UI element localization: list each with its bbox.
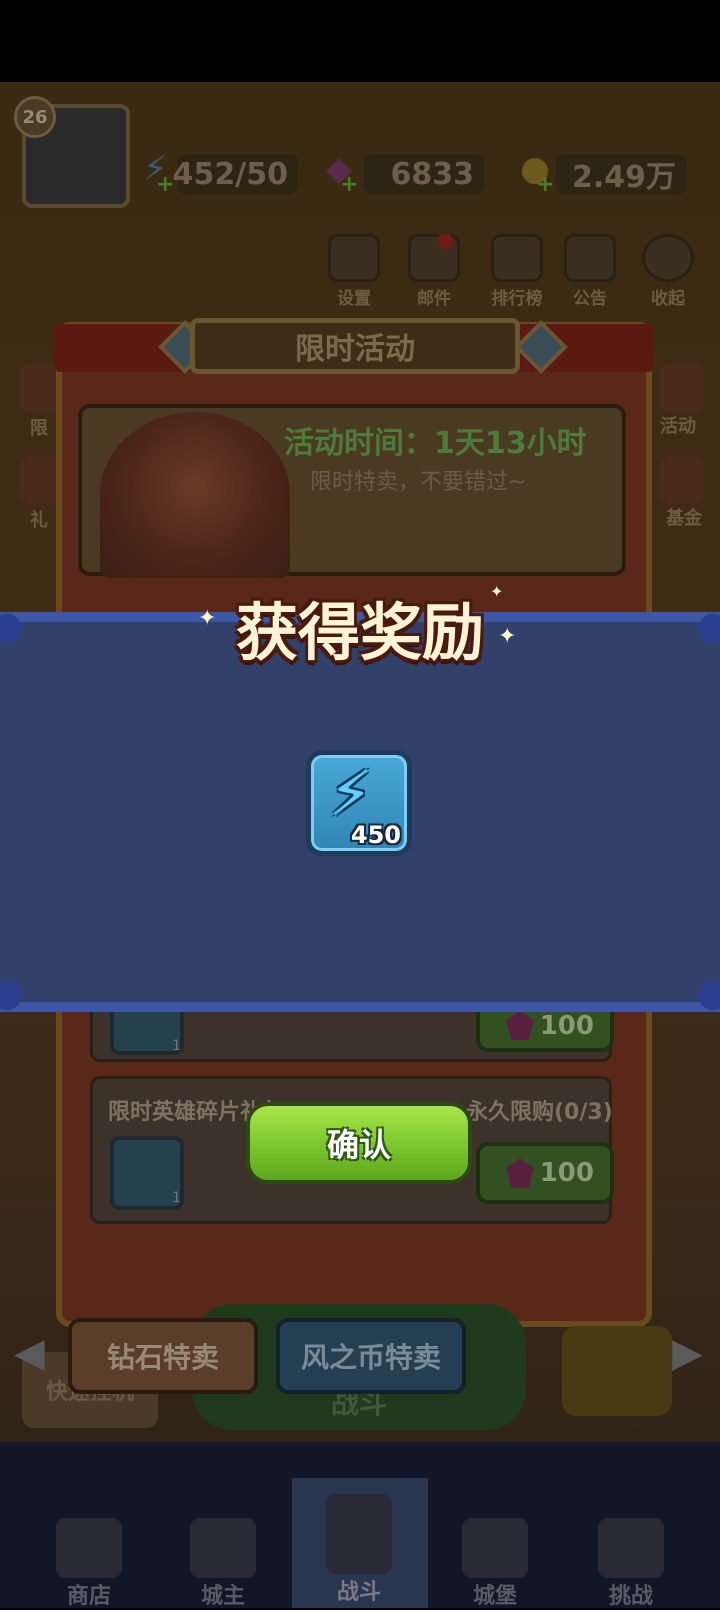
sparkle-icon: ✦	[498, 624, 517, 649]
status-bar	[0, 0, 720, 82]
confirm-button[interactable]: 确认	[246, 1102, 472, 1184]
ranking-icon	[491, 234, 543, 282]
side-label-left-2: 礼	[30, 510, 48, 531]
nav-battle[interactable]: 战斗	[314, 1494, 404, 1606]
add-coin-icon[interactable]: +	[536, 172, 554, 197]
corner-ornament-bl	[0, 980, 22, 1010]
event-subtitle: 限时特卖，不要错过~	[310, 470, 527, 495]
add-gem-icon[interactable]: +	[340, 172, 358, 197]
castle-icon	[462, 1518, 528, 1578]
buy-button-2[interactable]: 100	[476, 1142, 614, 1204]
gem-counter: 6833	[364, 154, 484, 194]
collapse-icon	[642, 234, 694, 282]
sparkle-icon: ✦	[490, 582, 504, 601]
event-panel-title: 限时活动	[190, 318, 520, 374]
offer-limit: 永久限购(0/3)	[466, 1100, 613, 1125]
energy-bolt-icon: ⚡	[329, 757, 373, 830]
shop-icon	[56, 1518, 122, 1578]
side-label-left-1: 限	[30, 418, 48, 439]
sparkle-icon: ✦	[198, 606, 217, 631]
reward-quantity: 450	[350, 821, 401, 849]
side-right-event-icon[interactable]	[660, 364, 704, 412]
crown-icon	[190, 1518, 256, 1578]
gear-icon	[328, 234, 380, 282]
nav-shop[interactable]: 商店	[44, 1518, 134, 1610]
nav-lord[interactable]: 城主	[178, 1518, 268, 1610]
corner-ornament-br	[698, 980, 720, 1010]
arrow-right-icon[interactable]: ▶	[672, 1330, 703, 1376]
wind-coin-sale-tab[interactable]: 风之币特卖	[276, 1318, 466, 1394]
item-count-1: 1	[172, 1038, 181, 1054]
diamond-sale-tab[interactable]: 钻石特卖	[68, 1318, 258, 1394]
reward-title: 获得奖励	[235, 596, 484, 669]
ranking-button[interactable]: 排行榜	[480, 234, 554, 309]
side-label-right-1: 活动	[660, 416, 696, 437]
coin-counter: 2.49万	[556, 154, 686, 195]
arrow-left-icon[interactable]: ◀	[14, 1330, 45, 1376]
reward-item-energy[interactable]: ⚡ 450	[306, 750, 412, 856]
nav-challenge[interactable]: 挑战	[586, 1518, 676, 1610]
item-count-2: 1	[172, 1190, 181, 1206]
settings-button[interactable]: 设置	[324, 234, 384, 309]
megaphone-icon	[564, 234, 616, 282]
event-time: 活动时间：1天13小时	[284, 426, 587, 461]
level-badge: 26	[14, 96, 56, 138]
treasure-chest-icon[interactable]	[562, 1326, 672, 1416]
nav-castle[interactable]: 城堡	[450, 1518, 540, 1610]
energy-counter: 452/50	[173, 154, 298, 194]
side-fund-icon[interactable]	[660, 456, 704, 504]
crossed-swords-icon	[326, 1494, 392, 1574]
mail-button[interactable]: 邮件	[404, 233, 464, 309]
hero-portrait	[100, 412, 290, 578]
mail-icon	[408, 233, 460, 282]
side-label-right-2: 基金	[666, 508, 702, 529]
challenge-icon	[598, 1518, 664, 1578]
add-energy-icon[interactable]: +	[156, 172, 174, 197]
notice-button[interactable]: 公告	[560, 234, 620, 309]
collapse-button[interactable]: 收起	[638, 234, 698, 309]
